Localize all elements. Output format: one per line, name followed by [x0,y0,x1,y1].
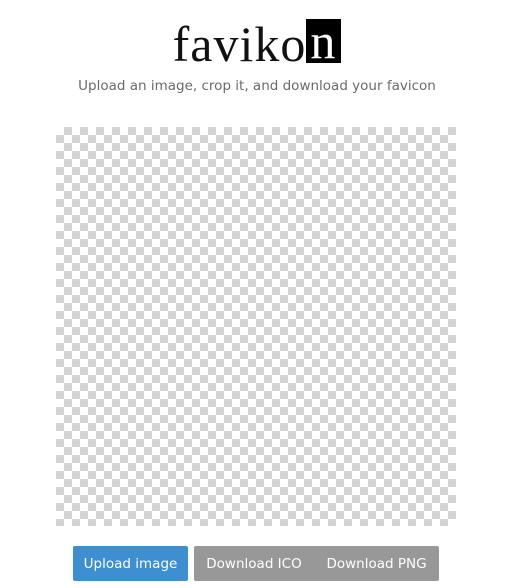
logo-text: faviko [172,16,307,72]
logo-inverse-letter: n [306,16,342,66]
image-crop-canvas[interactable] [56,127,456,526]
download-png-button[interactable]: Download PNG [314,546,439,581]
app-logo: favikon [0,16,514,72]
download-ico-button[interactable]: Download ICO [194,546,314,581]
tagline: Upload an image, crop it, and download y… [78,78,436,94]
upload-image-button[interactable]: Upload image [73,546,188,581]
